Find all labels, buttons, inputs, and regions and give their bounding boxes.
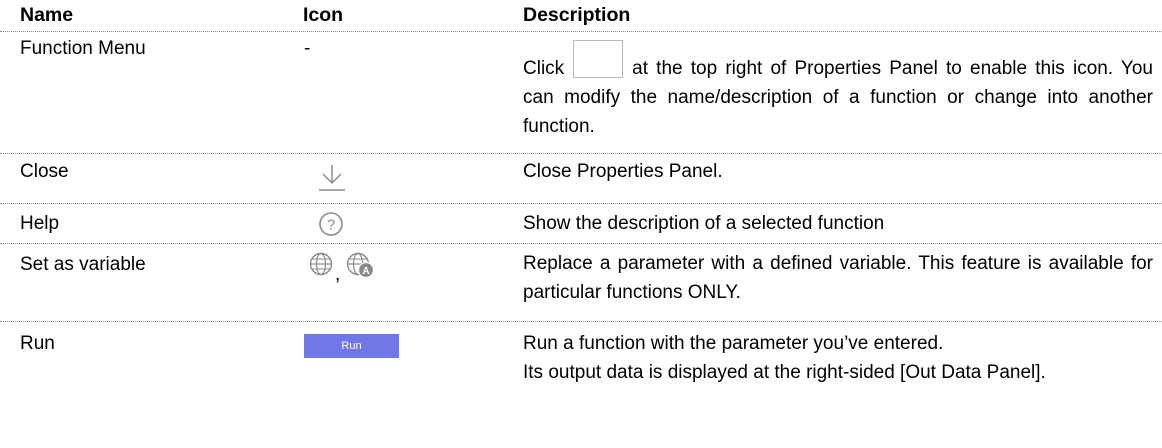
- description-line-1: Run a function with the parameter you’ve…: [523, 333, 944, 354]
- table-row-help: Help ? Show the description of a selecte…: [0, 204, 1162, 244]
- row-description: Show the description of a selected funct…: [523, 213, 885, 234]
- row-name: Run: [20, 333, 55, 354]
- row-name: Function Menu: [20, 38, 146, 59]
- globe-variable-icon: A: [346, 252, 375, 279]
- row-description: Close Properties Panel.: [523, 161, 723, 182]
- description-line-2: Its output data is displayed at the righ…: [523, 362, 1046, 383]
- table-row-set-as-variable: Set as variable , A Replace a parameter …: [0, 244, 1162, 322]
- header-icon: Icon: [303, 4, 344, 26]
- close-arrow-down-icon: [319, 165, 345, 191]
- row-name: Close: [20, 161, 69, 182]
- run-button[interactable]: Run: [304, 334, 399, 358]
- row-description: Click at the top right of Properties Pane…: [523, 40, 1153, 141]
- row-name: Set as variable: [20, 254, 146, 275]
- help-question-icon: ?: [319, 212, 343, 236]
- globe-icon: [309, 252, 333, 276]
- header-name: Name: [20, 4, 74, 26]
- row-description: Run a function with the parameter you’ve…: [523, 329, 1153, 387]
- table-header-row: Name Icon Description: [0, 0, 1162, 32]
- row-icon-placeholder: -: [304, 38, 311, 59]
- kebab-menu-icon: [573, 40, 624, 78]
- svg-text:A: A: [362, 266, 369, 277]
- svg-text:?: ?: [327, 217, 335, 234]
- description-prefix: Click: [523, 58, 565, 79]
- table-row-close: Close Close Properties Panel.: [0, 154, 1162, 204]
- table-row-run: Run Run a function with the parameter yo…: [0, 322, 1162, 448]
- description-text: Replace a parameter with a defined varia…: [523, 253, 1153, 303]
- table-row-function-menu: Function Menu - Click at the top right of…: [0, 32, 1162, 154]
- row-name: Help: [20, 213, 60, 234]
- icon-separator: ,: [335, 264, 341, 285]
- header-description: Description: [523, 4, 631, 26]
- row-description: Replace a parameter with a defined varia…: [523, 249, 1153, 307]
